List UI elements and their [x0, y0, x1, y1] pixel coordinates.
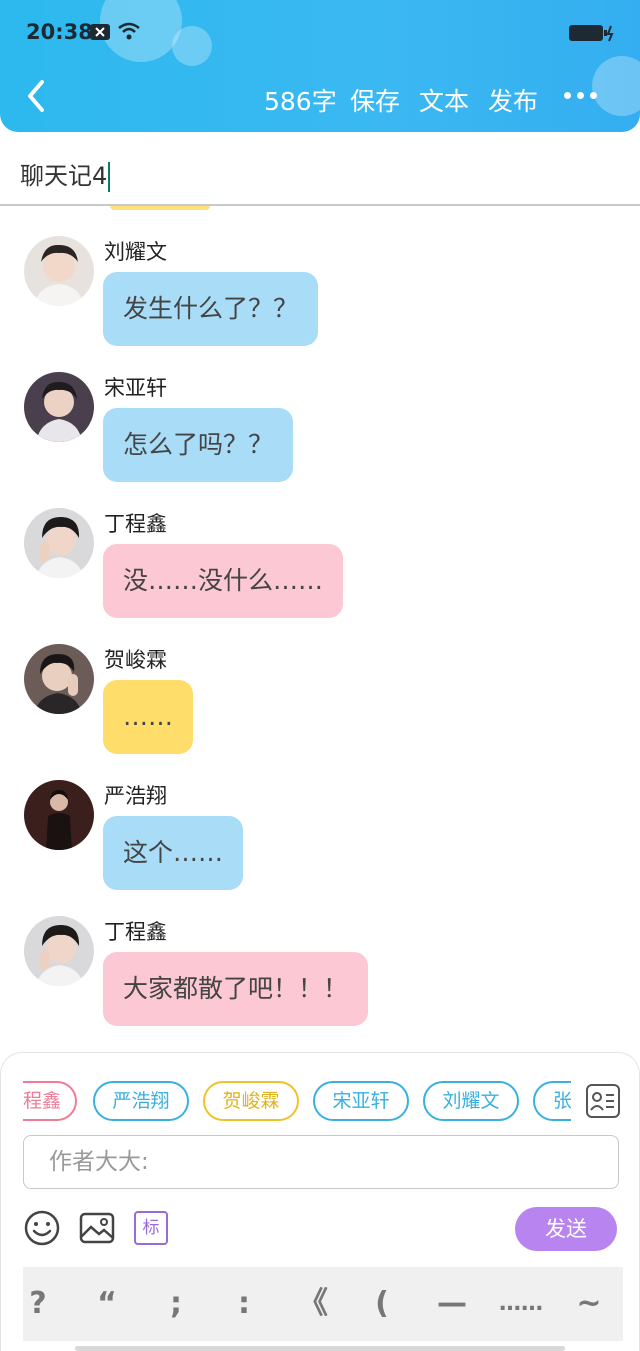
word-count: 586字 — [264, 87, 337, 116]
status-time: 20:38 — [26, 20, 93, 44]
chat-list[interactable]: 刘耀文 发生什么了？？ 宋亚轩 怎么了吗？？ 丁程鑫 没……没什么…… 贺峻霖 … — [0, 206, 640, 1052]
image-button[interactable] — [78, 1209, 116, 1251]
dot-icon — [590, 92, 597, 99]
avatar[interactable] — [24, 372, 94, 442]
character-selector[interactable]: 程鑫 严浩翔 贺峻霖 宋亚轩 刘耀文 张 — [23, 1081, 571, 1125]
send-button[interactable]: 发送 — [515, 1207, 617, 1251]
punctuation-key[interactable]: — — [427, 1267, 477, 1341]
character-chip[interactable]: 程鑫 — [23, 1081, 77, 1121]
back-button[interactable] — [20, 78, 56, 114]
character-list-button[interactable] — [585, 1083, 621, 1119]
character-chip[interactable]: 刘耀文 — [423, 1081, 519, 1121]
punctuation-key[interactable]: …… — [489, 1267, 553, 1341]
sender-name: 丁程鑫 — [104, 920, 167, 944]
home-indicator — [75, 1346, 565, 1351]
status-bar: 20:38 — [0, 0, 640, 64]
sender-name: 丁程鑫 — [104, 512, 167, 536]
character-chip[interactable]: 宋亚轩 — [313, 1081, 409, 1121]
avatar[interactable] — [24, 780, 94, 850]
character-chip[interactable]: 严浩翔 — [93, 1081, 189, 1121]
avatar[interactable] — [24, 508, 94, 578]
image-icon — [79, 1212, 115, 1244]
punctuation-key[interactable]: 《 — [288, 1267, 338, 1341]
message-bubble[interactable]: 怎么了吗？？ — [103, 408, 294, 482]
battery-icon — [568, 24, 616, 46]
text-cursor — [108, 162, 111, 192]
character-chip[interactable]: 贺峻霖 — [203, 1081, 299, 1121]
wifi-icon — [117, 22, 141, 44]
punctuation-key[interactable]: ; — [151, 1267, 201, 1341]
title-input[interactable]: 聊天记4 — [0, 132, 640, 206]
title-value: 聊天记4 — [20, 162, 108, 190]
message-bubble[interactable]: …… — [103, 680, 193, 754]
composer-panel: 程鑫 严浩翔 贺峻霖 宋亚轩 刘耀文 张 作者大大: 标 发送 ? “ ; : … — [0, 1052, 640, 1351]
more-options-button[interactable] — [560, 80, 600, 110]
message-bubble[interactable]: 这个…… — [103, 816, 244, 890]
punctuation-key[interactable]: ( — [357, 1267, 407, 1341]
message-bubble[interactable]: 大家都散了吧！！！ — [103, 952, 369, 1026]
avatar[interactable] — [24, 916, 94, 986]
punctuation-key[interactable]: ~ — [564, 1267, 614, 1341]
text-button[interactable]: 文本 — [419, 82, 469, 118]
message-bubble[interactable]: 没……没什么…… — [103, 544, 344, 618]
author-input[interactable]: 作者大大: — [23, 1135, 619, 1189]
tag-button[interactable]: 标 — [134, 1211, 168, 1245]
punctuation-key[interactable]: “ — [82, 1267, 132, 1341]
character-chip[interactable]: 张 — [533, 1081, 571, 1121]
sender-name: 宋亚轩 — [104, 376, 167, 400]
punctuation-key[interactable]: ? — [13, 1267, 63, 1341]
dot-icon — [577, 92, 584, 99]
app-header: 20:38 586字 保存 文本 发布 — [0, 0, 640, 132]
chevron-left-icon — [28, 80, 44, 112]
sender-name: 刘耀文 — [104, 240, 167, 264]
smiley-icon — [24, 1210, 60, 1246]
sender-name: 严浩翔 — [104, 784, 167, 808]
punctuation-bar: ? “ ; : 《 ( — …… ~ — [23, 1267, 623, 1341]
notification-icon — [90, 24, 110, 44]
avatar[interactable] — [24, 236, 94, 306]
save-button[interactable]: 保存 — [350, 82, 400, 118]
punctuation-key[interactable]: : — [219, 1267, 269, 1341]
contact-card-icon — [586, 1084, 620, 1118]
sender-name: 贺峻霖 — [104, 648, 167, 672]
avatar[interactable] — [24, 644, 94, 714]
publish-button[interactable]: 发布 — [488, 82, 538, 118]
emoji-button[interactable] — [23, 1209, 61, 1251]
previous-bubble-edge — [110, 206, 210, 210]
title-text-wrap: 聊天记4 — [20, 156, 111, 192]
dot-icon — [564, 92, 571, 99]
message-bubble[interactable]: 发生什么了？？ — [103, 272, 319, 346]
